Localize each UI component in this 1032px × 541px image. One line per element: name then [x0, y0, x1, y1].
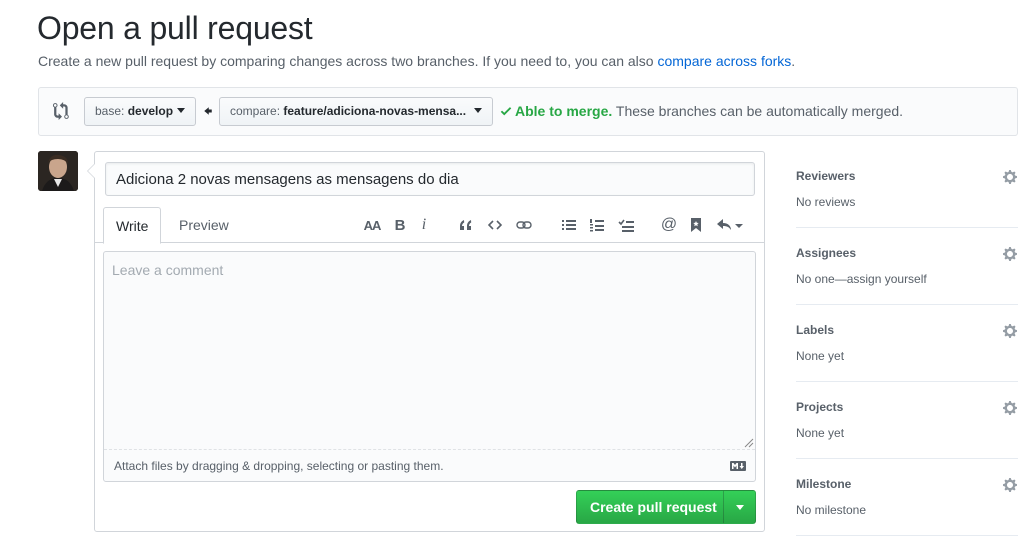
- compare-branch-select[interactable]: compare: feature/adiciona-novas-mensa...: [219, 97, 494, 126]
- text-size-icon[interactable]: AA: [362, 215, 382, 235]
- saved-reply-icon[interactable]: [686, 215, 706, 235]
- attach-files-hint[interactable]: Attach files by dragging & dropping, sel…: [114, 459, 444, 473]
- user-avatar-image: [38, 151, 78, 191]
- task-glyph: [618, 219, 634, 232]
- comment-tabs: Write Preview AA B i @: [95, 207, 764, 244]
- resize-handle-icon[interactable]: [744, 438, 754, 448]
- ul-glyph: [562, 220, 576, 230]
- compare-branches-icon: [53, 102, 69, 120]
- merge-status: Able to merge. These branches can be aut…: [500, 103, 903, 119]
- italic-icon[interactable]: i: [414, 215, 434, 235]
- page-subtitle: Create a new pull request by comparing c…: [38, 53, 795, 69]
- check-icon: [500, 107, 512, 116]
- base-branch-select[interactable]: base: develop: [84, 97, 197, 126]
- chevron-down-icon: [177, 108, 186, 113]
- subtitle-text: Create a new pull request by comparing c…: [38, 53, 658, 69]
- compare-label: compare:: [230, 104, 284, 118]
- sidebar-value: No reviews: [796, 195, 856, 209]
- pr-sidebar: Reviewers No reviews Assignees No one—as…: [796, 151, 1018, 536]
- base-label: base:: [95, 104, 128, 118]
- task-list-icon[interactable]: [616, 215, 636, 235]
- tab-preview[interactable]: Preview: [167, 207, 241, 244]
- sidebar-heading: Assignees: [796, 246, 857, 260]
- sidebar-heading: Milestone: [796, 477, 852, 491]
- gear-icon[interactable]: [1002, 323, 1018, 339]
- sidebar-labels: Labels None yet: [796, 305, 1018, 382]
- code-glyph: [488, 220, 502, 230]
- ol-glyph: [590, 218, 604, 231]
- ordered-list-icon[interactable]: [587, 215, 607, 235]
- link-icon[interactable]: [514, 215, 534, 235]
- chevron-down-icon: [736, 505, 744, 510]
- quote-icon[interactable]: [455, 215, 475, 235]
- reply-icon[interactable]: [715, 215, 745, 235]
- new-pr-form: Write Preview AA B i @: [87, 151, 765, 532]
- sidebar-value[interactable]: No one—assign yourself: [796, 272, 927, 286]
- gear-icon[interactable]: [1002, 169, 1018, 185]
- unordered-list-icon[interactable]: [559, 215, 579, 235]
- page-title: Open a pull request: [37, 10, 313, 46]
- sidebar-reviewers: Reviewers No reviews: [796, 151, 1018, 228]
- subtitle-period: .: [791, 53, 796, 69]
- sidebar-value: No milestone: [796, 503, 867, 517]
- chevron-down-icon: [474, 108, 483, 113]
- avatar[interactable]: [38, 151, 78, 191]
- markdown-icon[interactable]: [730, 461, 746, 471]
- link-glyph: [516, 221, 532, 229]
- sidebar-milestone: Milestone No milestone: [796, 459, 1018, 536]
- sidebar-heading: Labels: [796, 323, 835, 337]
- pr-title-input[interactable]: [105, 162, 755, 196]
- sidebar-value: None yet: [796, 349, 845, 363]
- compare-across-forks-link[interactable]: compare across forks: [657, 53, 791, 69]
- gear-icon[interactable]: [1002, 400, 1018, 416]
- base-branch-name: develop: [127, 104, 174, 118]
- able-to-merge-text: Able to merge.: [515, 103, 613, 119]
- create-pull-request-button[interactable]: Create pull request: [576, 490, 731, 524]
- reply-glyph: [717, 219, 743, 230]
- arrow-left-icon: [204, 107, 212, 115]
- comment-area: Attach files by dragging & dropping, sel…: [103, 251, 756, 482]
- sidebar-projects: Projects None yet: [796, 382, 1018, 459]
- sidebar-heading: Reviewers: [796, 169, 856, 183]
- code-icon[interactable]: [485, 215, 505, 235]
- sidebar-assignees: Assignees No one—assign yourself: [796, 228, 1018, 305]
- bookmark-glyph: [691, 218, 701, 232]
- branch-range-bar: base: develop compare: feature/adiciona-…: [38, 87, 1018, 136]
- gear-icon[interactable]: [1002, 477, 1018, 493]
- quote-glyph: [460, 220, 472, 230]
- merge-detail-text: These branches can be automatically merg…: [612, 103, 904, 119]
- mention-icon[interactable]: @: [659, 215, 679, 235]
- sidebar-heading: Projects: [796, 400, 844, 414]
- sidebar-value: None yet: [796, 426, 845, 440]
- gear-icon[interactable]: [1002, 246, 1018, 262]
- compare-branch-name: feature/adiciona-novas-mensa...: [283, 104, 467, 118]
- create-options-dropdown[interactable]: [723, 490, 756, 524]
- bold-icon[interactable]: B: [390, 215, 410, 235]
- comment-textarea[interactable]: [104, 252, 755, 450]
- tab-write[interactable]: Write: [103, 207, 162, 244]
